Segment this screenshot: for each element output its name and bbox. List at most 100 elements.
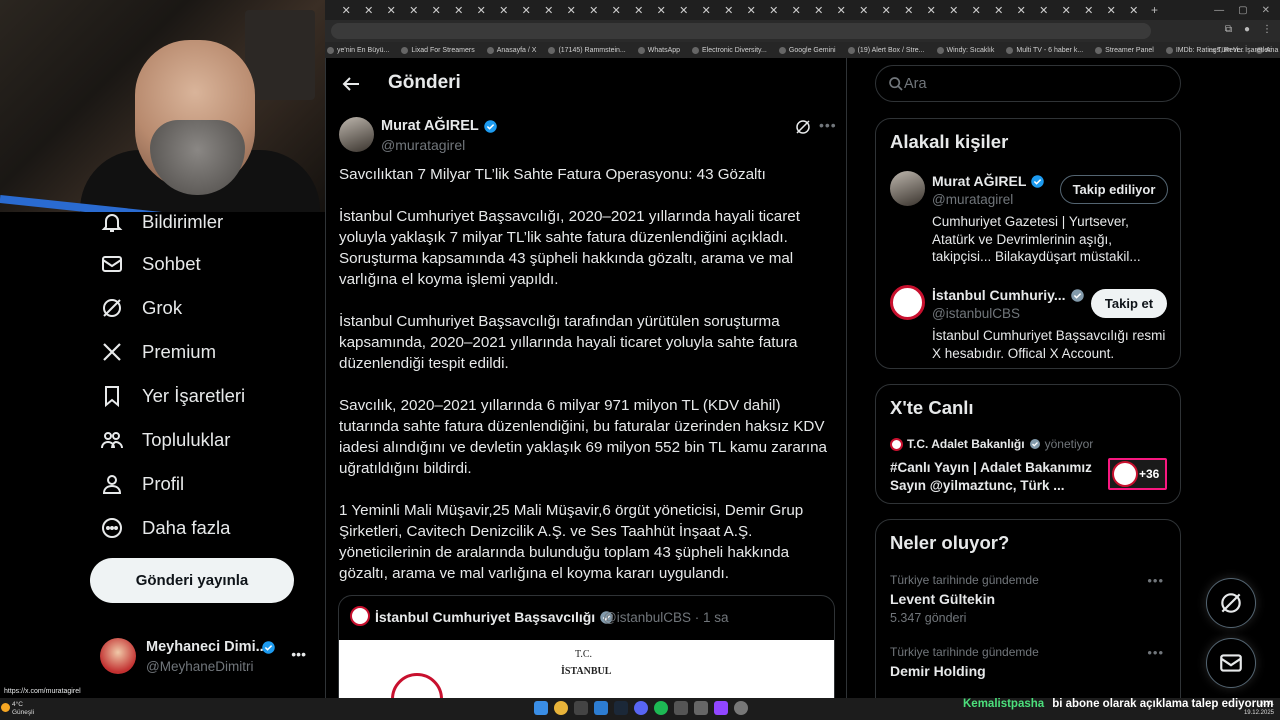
bookmark-item[interactable]: WhatsApp <box>637 46 680 54</box>
quoted-post[interactable]: İstanbul Cumhuriyet Başsavcılığı @istanb… <box>338 595 835 715</box>
browser-tab-close-icon[interactable]: ✕ <box>1100 0 1123 20</box>
trend-more-icon[interactable]: ••• <box>1147 645 1164 660</box>
browser-tab-close-icon[interactable]: ✕ <box>808 0 831 20</box>
start-icon[interactable] <box>534 701 548 715</box>
browser-tab-close-icon[interactable]: ✕ <box>493 0 516 20</box>
browser-tab-close-icon[interactable]: ✕ <box>335 0 358 20</box>
bookmark-item[interactable]: (19) Alert Box / Stre... <box>847 46 925 54</box>
browser-tab-close-icon[interactable]: ✕ <box>875 0 898 20</box>
new-tab-button[interactable]: + <box>1151 3 1158 17</box>
grok-icon[interactable] <box>794 118 812 136</box>
close-icon[interactable]: ✕ <box>1262 5 1270 16</box>
live-host[interactable]: T.C. Adalet Bakanlığı yönetiyor <box>890 437 1093 451</box>
chrome-icon[interactable] <box>554 701 568 715</box>
nav-item-chat[interactable]: Sohbet <box>100 252 201 276</box>
bookmark-item[interactable]: ye'nin En Büyü... <box>327 46 389 54</box>
spotify-icon[interactable] <box>654 701 668 715</box>
account-switcher[interactable]: Meyhaneci Dimi... @MeyhaneDimitri ••• <box>100 638 310 678</box>
browser-tab-close-icon[interactable]: ✕ <box>1078 0 1101 20</box>
browser-tab-close-icon[interactable]: ✕ <box>470 0 493 20</box>
extensions-icon[interactable]: ⧉ <box>1225 24 1232 35</box>
browser-tab-close-icon[interactable]: ✕ <box>853 0 876 20</box>
bookmark-item[interactable]: Google Gemini <box>778 46 836 54</box>
nav-item-premium[interactable]: Premium <box>100 340 216 364</box>
browser-tab-close-icon[interactable]: ✕ <box>988 0 1011 20</box>
nav-item-bookmarks[interactable]: Yer İşaretleri <box>100 384 245 408</box>
bookmark-item[interactable]: Anasayfa / X <box>486 46 536 54</box>
app-icon[interactable] <box>674 701 688 715</box>
url-field[interactable] <box>331 23 1151 39</box>
browser-tab-close-icon[interactable]: ✕ <box>898 0 921 20</box>
browser-tab-close-icon[interactable]: ✕ <box>785 0 808 20</box>
author-name[interactable]: Murat AĞIREL <box>381 118 498 134</box>
browser-tab-close-icon[interactable]: ✕ <box>763 0 786 20</box>
bookmark-item[interactable]: Electronic Diversity... <box>692 46 767 54</box>
browser-tab-close-icon[interactable]: ✕ <box>1123 0 1146 20</box>
browser-tab-close-icon[interactable]: ✕ <box>358 0 381 20</box>
nav-item-communities[interactable]: Topluluklar <box>100 428 230 452</box>
profile-icon[interactable]: ● <box>1244 24 1250 35</box>
browser-tab-close-icon[interactable]: ✕ <box>943 0 966 20</box>
browser-tab-close-icon[interactable]: ✕ <box>718 0 741 20</box>
all-bookmarks-folder[interactable]: ▭ Tüm Yer İşaretleri <box>1209 42 1272 58</box>
trend-item[interactable]: Türkiye tarihinde gündemde Demir Holding… <box>890 645 1172 679</box>
bookmark-item[interactable]: (17145) Rammstein... <box>548 46 626 54</box>
browser-tab-close-icon[interactable]: ✕ <box>673 0 696 20</box>
grok-fab-button[interactable] <box>1206 578 1256 628</box>
bookmark-item[interactable]: Multi TV - 6 haber k... <box>1006 46 1083 54</box>
minimize-icon[interactable]: — <box>1214 5 1224 16</box>
post-more-icon[interactable]: ••• <box>819 117 837 133</box>
nav-item-grok[interactable]: Grok <box>100 296 182 320</box>
browser-tab-close-icon[interactable]: ✕ <box>380 0 403 20</box>
app-icon[interactable] <box>694 701 708 715</box>
browser-tab-close-icon[interactable]: ✕ <box>1010 0 1033 20</box>
menu-icon[interactable]: ⋮ <box>1262 24 1272 35</box>
browser-tab-close-icon[interactable]: ✕ <box>538 0 561 20</box>
avatar[interactable] <box>339 117 374 152</box>
browser-tab-close-icon[interactable]: ✕ <box>583 0 606 20</box>
nav-item-more[interactable]: Daha fazla <box>100 516 230 540</box>
steam-icon[interactable] <box>614 701 628 715</box>
nav-item-notifications[interactable]: Bildirimler <box>100 210 223 234</box>
app-icon[interactable] <box>594 701 608 715</box>
browser-tab-close-icon[interactable]: ✕ <box>650 0 673 20</box>
back-arrow-icon[interactable] <box>339 72 363 96</box>
follow-button[interactable]: Takip et <box>1091 289 1167 318</box>
bookmark-item[interactable]: Lixad For Streamers <box>401 46 475 54</box>
browser-tab-close-icon[interactable]: ✕ <box>515 0 538 20</box>
twitch-icon[interactable] <box>714 701 728 715</box>
live-stream-title[interactable]: #Canlı Yayın | Adalet Bakanımız Sayın @y… <box>890 459 1100 495</box>
browser-tab-close-icon[interactable]: ✕ <box>920 0 943 20</box>
post-button[interactable]: Gönderi yayınla <box>90 558 294 603</box>
search-input[interactable] <box>904 74 1164 94</box>
browser-tab-close-icon[interactable]: ✕ <box>560 0 583 20</box>
trend-item[interactable]: Türkiye tarihinde gündemde Levent Gültek… <box>890 573 1172 625</box>
related-person[interactable]: İstanbul Cumhuriy... @istanbulCBS İstanb… <box>890 285 1172 361</box>
related-person[interactable]: Murat AĞIREL @muratagirel Cumhuriyet Gaz… <box>890 171 1172 264</box>
weather-widget[interactable]: 4°C Güneşli <box>1 701 34 717</box>
app-icon[interactable] <box>734 701 748 715</box>
browser-tab-close-icon[interactable]: ✕ <box>740 0 763 20</box>
following-button[interactable]: Takip ediliyor <box>1060 175 1168 204</box>
browser-tab-close-icon[interactable]: ✕ <box>628 0 651 20</box>
browser-tab-close-icon[interactable]: ✕ <box>605 0 628 20</box>
browser-tab-close-icon[interactable]: ✕ <box>425 0 448 20</box>
browser-tab-close-icon[interactable]: ✕ <box>965 0 988 20</box>
browser-tab-close-icon[interactable]: ✕ <box>830 0 853 20</box>
nav-item-profile[interactable]: Profil <box>100 472 184 496</box>
explorer-icon[interactable] <box>574 701 588 715</box>
account-more-icon[interactable]: ••• <box>291 646 306 662</box>
bookmark-item[interactable]: Streamer Panel <box>1095 46 1154 54</box>
author-handle[interactable]: @muratagirel <box>381 137 465 153</box>
live-participants[interactable]: +36 <box>1108 458 1167 490</box>
browser-tab-close-icon[interactable]: ✕ <box>403 0 426 20</box>
maximize-icon[interactable]: ▢ <box>1238 5 1247 16</box>
messages-fab-button[interactable] <box>1206 638 1256 688</box>
discord-icon[interactable] <box>634 701 648 715</box>
browser-tab-close-icon[interactable]: ✕ <box>448 0 471 20</box>
bookmark-item[interactable]: Windy: Sıcaklık <box>936 46 994 54</box>
browser-tab-close-icon[interactable]: ✕ <box>695 0 718 20</box>
trend-more-icon[interactable]: ••• <box>1147 573 1164 588</box>
browser-tab-close-icon[interactable]: ✕ <box>1055 0 1078 20</box>
search-box[interactable] <box>875 65 1181 102</box>
